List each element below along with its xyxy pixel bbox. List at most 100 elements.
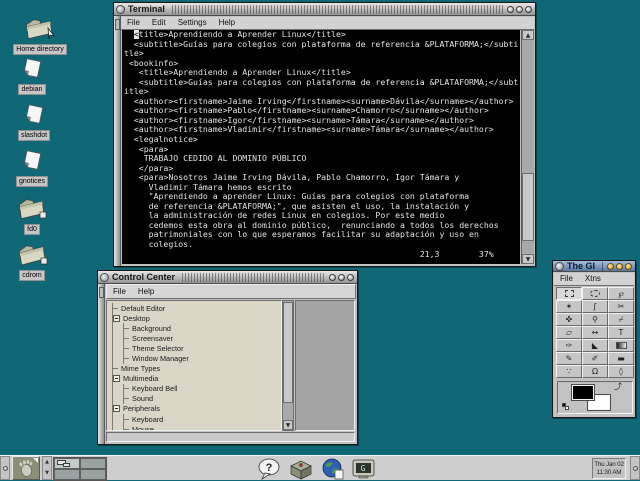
menu-file[interactable]: File [554,274,579,284]
window-menu-icon[interactable] [100,273,109,282]
tool-clone-icon[interactable]: Ω [582,365,608,378]
tool-pencil-icon[interactable]: ✎ [556,352,582,365]
tool-ellipse-select-icon[interactable] [582,287,608,300]
tool-fuzzy-select-icon[interactable]: ✶ [556,300,582,313]
window-side-grip[interactable] [114,16,121,266]
toolbox-icon [288,458,314,480]
launcher-toolbox[interactable] [287,457,315,480]
workspace-3[interactable] [54,469,80,480]
tool-crop-icon[interactable]: ⌿ [608,313,634,326]
workspace-1[interactable] [54,458,80,469]
menu-settings[interactable]: Settings [172,18,213,28]
tree-item-mime-types[interactable]: Mime Types [113,364,281,374]
window-menu-icon[interactable] [555,262,564,271]
titlebar-grip[interactable] [182,273,326,282]
tool-scissors-icon[interactable]: ✂ [608,300,634,313]
collapse-icon[interactable] [113,405,120,412]
tool-rect-select-icon[interactable] [556,287,582,300]
tool-transform-icon[interactable]: ▱ [556,326,582,339]
desktop-icon-cdrom[interactable]: cdrom [0,240,64,281]
titlebar-grip[interactable] [172,5,504,14]
tree-item-desktop[interactable]: Desktop [113,313,281,323]
tree-scrollbar[interactable]: ▼ [282,300,294,431]
tool-flip-icon[interactable]: ↔ [582,326,608,339]
tree-item-background[interactable]: Background [124,323,281,333]
scrollbar-thumb[interactable] [283,302,293,403]
close-button[interactable] [625,263,632,270]
scrollbar-thumb[interactable] [522,173,534,241]
terminal-scrollbar[interactable]: ▲ ▼ [521,30,534,264]
menu-help[interactable]: Help [132,287,160,297]
window-side-grip[interactable] [98,284,105,444]
tree-item-window-manager[interactable]: Window Manager [124,353,281,363]
maximize-button[interactable] [338,274,345,281]
menu-file[interactable]: File [121,18,146,28]
scroll-down-icon[interactable]: ▼ [283,420,293,430]
tool-move-icon[interactable]: ✜ [556,313,582,326]
desktop-icon-gnotices[interactable]: gnotices [0,148,64,187]
scroll-up-icon[interactable]: ▲ [522,30,534,40]
collapse-icon[interactable] [113,315,120,322]
desktop-icon-label: Home directory [13,44,66,55]
tree-item-sound[interactable]: Sound [124,394,281,404]
panel-hide-left-button[interactable] [0,456,10,480]
gimp-titlebar[interactable]: The GI [553,261,635,272]
tree-item-theme-selector[interactable]: Theme Selector [124,343,281,353]
tool-airbrush-icon[interactable]: ∵ [556,365,582,378]
tool-free-select-icon[interactable]: ℘ [608,287,634,300]
status-bar [106,432,355,442]
arrow-down-icon: ▼ [45,471,49,476]
minimize-button[interactable] [329,274,336,281]
close-button[interactable] [347,274,354,281]
titlebar-grip[interactable] [602,262,604,271]
panel-hide-right-button[interactable] [630,456,640,480]
window-menu-icon[interactable] [116,5,125,14]
desktop-icon-home[interactable]: Home directory [8,14,72,55]
desktop-icon-debian[interactable]: debian [0,56,64,95]
collapse-icon[interactable] [113,375,120,382]
tool-blend-icon[interactable] [608,339,634,352]
menu-help[interactable]: Help [213,18,241,28]
tool-convolve-icon[interactable]: ◊ [608,365,634,378]
workspace-4[interactable] [80,469,106,480]
tool-eraser-icon[interactable]: ▬ [608,352,634,365]
tool-bucket-fill-icon[interactable]: ◣ [582,339,608,352]
launcher-help[interactable]: ? [255,457,283,480]
close-button[interactable] [525,6,532,13]
maximize-button[interactable] [616,263,623,270]
menu-file[interactable]: File [107,287,132,297]
tool-color-picker-icon[interactable]: ✑ [556,339,582,352]
tree-item-multimedia[interactable]: Multimedia [113,374,281,384]
tasklist-arrows-button[interactable]: ▲ ▼ [42,456,52,480]
tool-bezier-select-icon[interactable]: ʃ [582,300,608,313]
reset-colors-icon[interactable] [562,403,569,410]
tree-item-keyboard-bell[interactable]: Keyboard Bell [124,384,281,394]
launcher-terminal[interactable]: G [350,457,378,480]
maximize-button[interactable] [516,6,523,13]
tree-item-default-editor[interactable]: Default Editor [113,303,281,313]
menu-edit[interactable]: Edit [146,18,172,28]
desktop-icon-fd0[interactable]: fd0 [0,194,64,235]
main-menu-button[interactable] [12,456,40,480]
terminal-titlebar[interactable]: Terminal [114,3,535,16]
foreground-color-swatch[interactable] [572,385,594,400]
control-center-titlebar[interactable]: Control Center [98,271,357,284]
swap-colors-icon[interactable]: ⤴ [614,383,622,391]
gimp-tool-grid: ℘ ✶ ʃ ✂ ✜ ⚲ ⌿ ▱ ↔ T ✑ ◣ ✎ ✐ ▬ ∵ Ω ◊ [556,287,634,378]
launcher-web-browser[interactable] [319,457,347,480]
scroll-down-icon[interactable]: ▼ [522,254,534,264]
minimize-button[interactable] [507,6,514,13]
minimize-button[interactable] [607,263,614,270]
tool-paintbrush-icon[interactable]: ✐ [582,352,608,365]
tree-item-mouse[interactable]: Mouse [124,424,281,431]
workspace-2[interactable] [80,458,106,469]
tool-magnify-icon[interactable]: ⚲ [582,313,608,326]
terminal-screen[interactable]: <title>Aprendiendo a Aprender Linux</tit… [122,30,520,264]
tree-item-screensaver[interactable]: Screensaver [124,333,281,343]
clock-applet[interactable]: Thu Jan 02 11:30 AM [592,458,626,479]
tool-text-icon[interactable]: T [608,326,634,339]
menu-xtns[interactable]: Xtns [579,274,607,284]
desktop-icon-slashdot[interactable]: slashdot [2,102,66,141]
tree-item-keyboard[interactable]: Keyboard [124,414,281,424]
tree-item-peripherals[interactable]: Peripherals [113,404,281,414]
